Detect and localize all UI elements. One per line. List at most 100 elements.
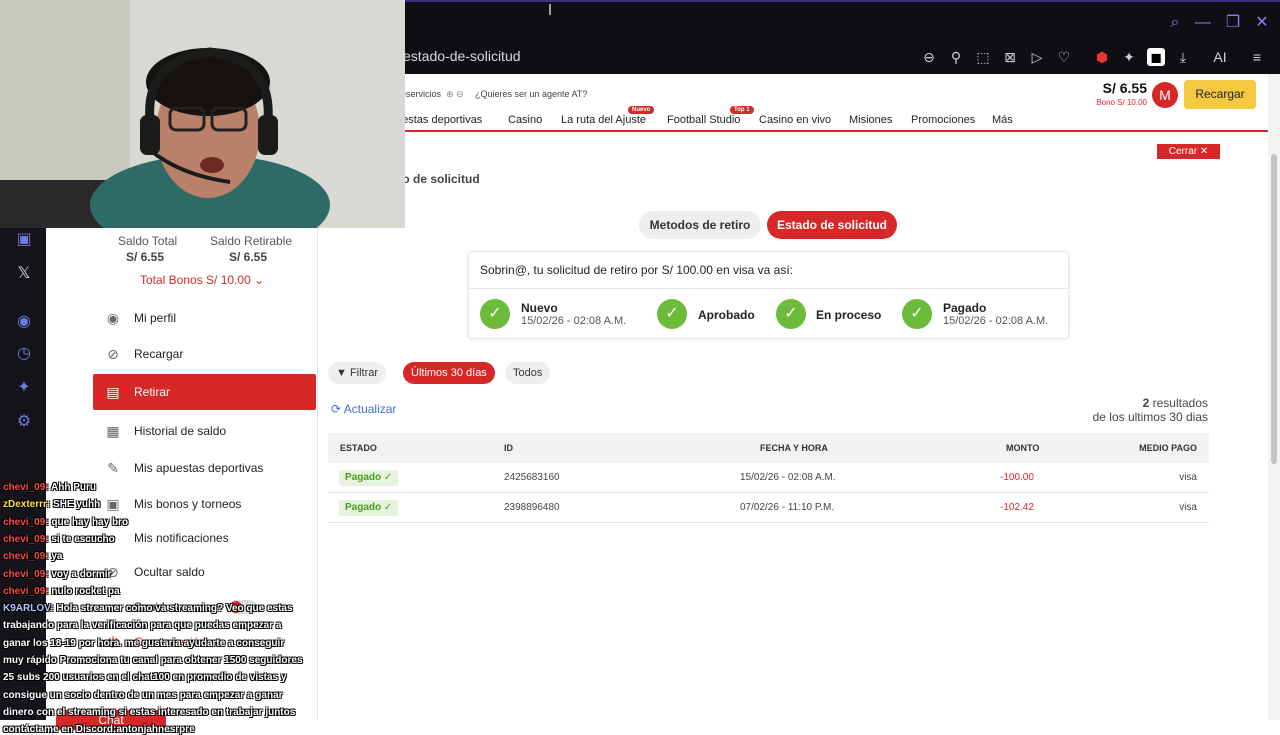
chat-username[interactable]: chevi_09: — [3, 517, 49, 528]
table-row[interactable]: Pagado ✓ 2425683160 15/02/26 - 02:08 A.M… — [328, 463, 1209, 493]
table-row[interactable]: Pagado ✓ 2398896480 07/02/26 - 11:10 P.M… — [328, 493, 1209, 523]
x-icon[interactable]: 𝕏 — [14, 264, 34, 284]
nav-misiones[interactable]: Misiones — [849, 114, 892, 126]
nav-casino[interactable]: Casino — [508, 114, 542, 126]
tab-metodos-retiro[interactable]: Metodos de retiro — [639, 211, 761, 239]
chat-text: SHE yuhh — [53, 499, 101, 511]
nav-football-studio[interactable]: Football Studio — [667, 114, 740, 126]
scrollbar-thumb[interactable] — [1271, 154, 1277, 464]
agent-link[interactable]: ¿Quieres ser un agente AT? — [475, 89, 587, 99]
saldo-retirable-value: S/ 6.55 — [229, 250, 268, 264]
restore-icon[interactable]: ❐ — [1224, 14, 1242, 32]
close-button[interactable]: Cerrar ✕ — [1157, 144, 1220, 159]
filter-icon: ▼ — [336, 367, 350, 379]
bonus-amount: Bono S/ 10.00 — [1096, 98, 1147, 107]
text-cursor-icon: I — [547, 2, 553, 19]
play-icon[interactable]: ▷ — [1028, 48, 1046, 66]
twitch-icon[interactable]: ▣ — [14, 230, 34, 250]
chat-username[interactable]: chevi_09: — [3, 569, 49, 580]
chat-username[interactable]: chevi_09: — [3, 586, 49, 597]
col-monto: MONTO — [1006, 443, 1040, 453]
close-window-icon[interactable]: ✕ — [1253, 14, 1271, 32]
page-title: do de solicitud — [395, 172, 480, 186]
col-fecha: FECHA Y HORA — [760, 443, 828, 453]
chat-text: si te escucho — [51, 533, 115, 545]
history-icon: ▦ — [106, 422, 120, 439]
screenshot-icon[interactable]: ⬚ — [974, 48, 992, 66]
chat-message: zDexterrr: SHE yuhh — [3, 499, 100, 510]
chat-username[interactable]: K9ARLOV: — [3, 603, 54, 614]
nav-mas[interactable]: Más — [992, 114, 1013, 126]
nav-casino-en-vivo[interactable]: Casino en vivo — [759, 114, 831, 126]
pin-icon[interactable]: ⚲ — [947, 48, 965, 66]
info-icons: ⊕ ⊖ — [446, 89, 464, 99]
request-status-card: Sobrin@, tu solicitud de retiro por S/ 1… — [468, 251, 1069, 339]
nav-promociones[interactable]: Promociones — [911, 114, 975, 126]
sidebar-item-recargar[interactable]: ⊘ Recargar — [93, 336, 316, 372]
badge-top1: Top 1 — [730, 106, 754, 114]
step-pagado: Pagado — [943, 301, 987, 315]
extensions-icon[interactable]: ✦ — [1120, 48, 1138, 66]
sidebar-item-label: Historial de saldo — [134, 424, 227, 438]
nav-ruta-ajuste[interactable]: La ruta del Ajuste — [561, 114, 646, 126]
actualizar-button[interactable]: ⟳ Actualizar — [331, 402, 396, 416]
results-label: resultados — [1149, 396, 1208, 410]
sidebar-item-label: Mi perfil — [134, 311, 177, 325]
heart-icon[interactable]: ♡ — [1055, 48, 1073, 66]
media-icon[interactable]: ◉ — [14, 312, 34, 332]
table-header: ESTADO ID FECHA Y HORA MONTO MEDIO PAGO — [328, 433, 1209, 463]
cell-id: 2425683160 — [504, 472, 560, 483]
chat-text: trabajando para la verificación para que… — [3, 620, 282, 632]
step-en-proceso: En proceso — [816, 308, 882, 322]
profile-icon[interactable]: ◼ — [1147, 48, 1165, 66]
col-id: ID — [504, 443, 513, 453]
chat-text: Hola streamer como va streaming? Veo que… — [56, 603, 293, 615]
total-bonos-toggle[interactable]: Total Bonos S/ 10.00 ⌄ — [140, 273, 264, 287]
nav-sports[interactable]: uestas deportivas — [396, 114, 482, 126]
step-pagado-date: 15/02/26 - 02:08 A.M. — [943, 315, 1049, 327]
chat-username[interactable]: chevi_09: — [3, 534, 49, 545]
menu-icon[interactable]: ≡ — [1248, 48, 1266, 66]
sidebar-item-mi-perfil[interactable]: ◉ Mi perfil — [93, 300, 316, 336]
zoom-out-icon[interactable]: ⊖ — [920, 48, 938, 66]
balance-amount: S/ 6.55 — [1102, 80, 1147, 96]
search-icon[interactable]: ⌕ — [1166, 14, 1184, 32]
extensions-icon[interactable]: ✦ — [14, 378, 34, 398]
bets-icon: ✎ — [107, 459, 119, 476]
step-aprobado: Aprobado — [698, 308, 755, 322]
actualizar-label: Actualizar — [343, 402, 397, 416]
minimize-icon[interactable]: — — [1194, 14, 1212, 32]
avatar[interactable]: M — [1152, 82, 1178, 108]
chat-message: chevi_09: voy a dormir — [3, 569, 111, 580]
url-text[interactable]: estado-de-solicitud — [403, 48, 521, 64]
chat-username[interactable]: chevi_09: — [3, 551, 49, 562]
sidebar-item-historial[interactable]: ▦ Historial de saldo — [93, 413, 316, 449]
header-balance[interactable]: S/ 6.55 Bono S/ 10.00 — [1096, 80, 1147, 107]
services-link[interactable]: eservicios — [401, 89, 441, 99]
cell-monto: -102.42 — [1000, 502, 1034, 513]
settings-icon[interactable]: ⚙ — [14, 412, 34, 432]
recharge-icon: ⊘ — [107, 345, 119, 362]
saldo-total-label: Saldo Total — [118, 234, 178, 248]
download-icon[interactable]: ⤓ — [1174, 48, 1192, 66]
history-icon[interactable]: ◷ — [14, 344, 34, 364]
chat-text: consigue un socio dentro de un mes para … — [3, 689, 283, 701]
chip-todos[interactable]: Todos — [505, 362, 551, 384]
chat-text: voy a dormir — [51, 568, 112, 580]
chat-username[interactable]: zDexterrr: — [3, 499, 50, 510]
sidebar-item-retirar[interactable]: ▤ Retirar — [93, 374, 316, 410]
filter-button[interactable]: ▼ Filtrar — [328, 362, 387, 384]
shield-icon[interactable]: ⬢ — [1093, 48, 1111, 66]
tab-estado-solicitud[interactable]: Estado de solicitud — [767, 211, 897, 239]
recargar-button[interactable]: Recargar — [1184, 80, 1256, 109]
sidebar-item-label: Retirar — [134, 385, 171, 399]
cell-medio: visa — [1179, 502, 1197, 513]
chat-username[interactable]: chevi_09: — [3, 482, 49, 493]
block-icon[interactable]: ⊠ — [1001, 48, 1019, 66]
cell-fecha: 15/02/26 - 02:08 A.M. — [740, 472, 836, 483]
ai-button[interactable]: AI — [1205, 48, 1235, 66]
chip-ultimos-30-dias[interactable]: Últimos 30 días — [403, 362, 495, 384]
chat-text: dinero con el streaming si estas interes… — [3, 706, 296, 718]
chat-text: que hay hay bro — [51, 516, 129, 528]
page-scrollbar[interactable] — [1268, 74, 1280, 720]
